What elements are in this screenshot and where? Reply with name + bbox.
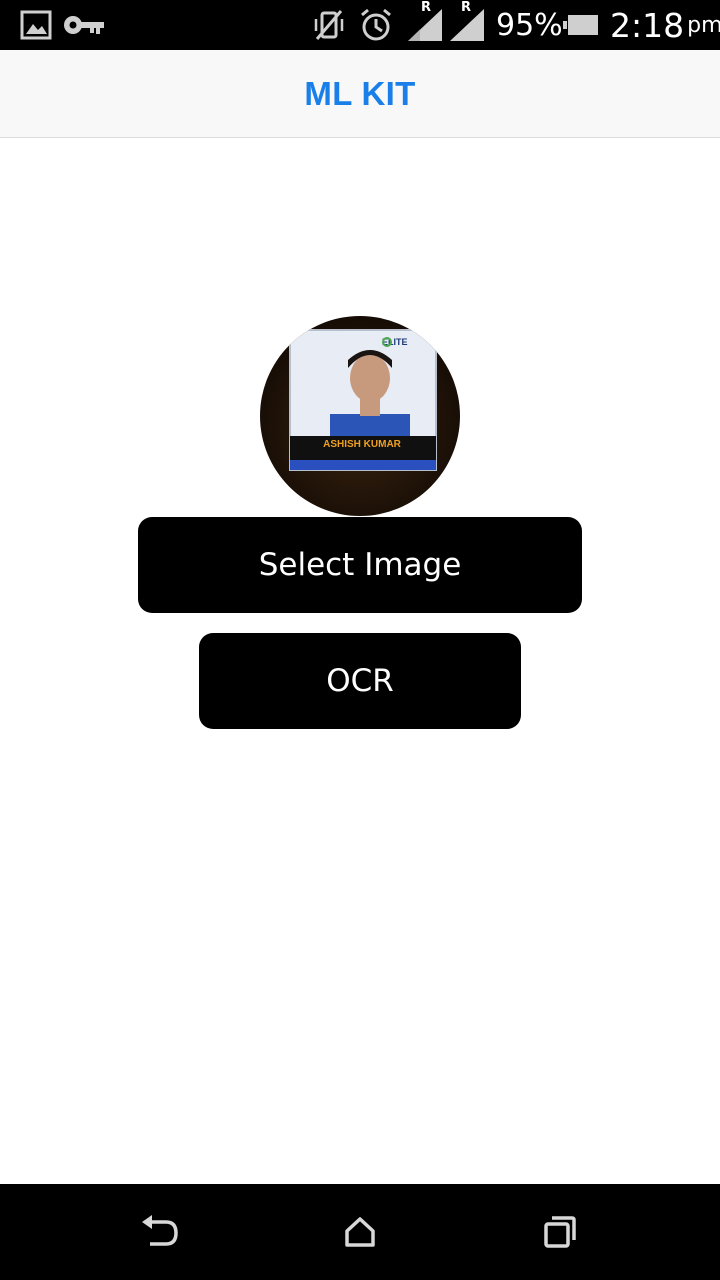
- main-content: ASHISH KUMAR ELITE Select Image OCR: [0, 138, 720, 1184]
- back-icon[interactable]: [130, 1202, 190, 1262]
- battery-icon: [563, 0, 599, 50]
- navigation-bar: [0, 1184, 720, 1280]
- app-bar: ML KIT: [0, 50, 720, 138]
- image-notification-icon: [20, 0, 52, 50]
- status-bar: R R 95% 2:18 pm: [0, 0, 720, 50]
- vibrate-off-icon: [312, 0, 346, 50]
- ocr-button[interactable]: OCR: [199, 633, 521, 729]
- recents-icon[interactable]: [530, 1202, 590, 1262]
- select-image-button[interactable]: Select Image: [138, 517, 582, 613]
- profile-photo: ASHISH KUMAR ELITE: [260, 316, 460, 516]
- battery-percent: 95%: [496, 7, 563, 43]
- roaming-indicator: R: [421, 0, 432, 15]
- home-icon[interactable]: [330, 1202, 390, 1262]
- badge-name: ASHISH KUMAR: [323, 439, 402, 450]
- vpn-key-icon: [62, 0, 106, 50]
- alarm-icon: [358, 0, 394, 50]
- roaming-indicator: R: [461, 0, 472, 15]
- app-title: ML KIT: [304, 74, 416, 112]
- clock: 2:18 pm: [610, 5, 720, 45]
